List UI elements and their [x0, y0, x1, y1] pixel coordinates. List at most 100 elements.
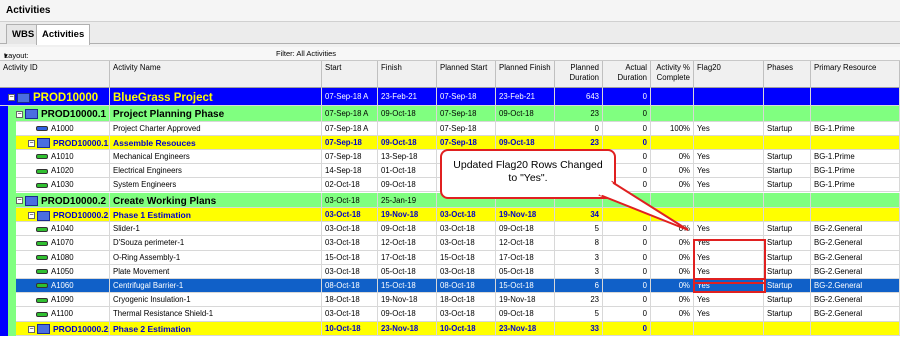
cell-start[interactable]: 14-Sep-18: [322, 164, 378, 179]
cell-primary-resource[interactable]: BG-1.Prime: [811, 164, 900, 179]
cell-actual-duration[interactable]: 0: [603, 106, 651, 122]
cell-activity-name[interactable]: BlueGrass Project: [110, 88, 322, 106]
cell-planned-start[interactable]: 18-Oct-18: [437, 293, 496, 308]
cell-planned-finish[interactable]: 09-Oct-18: [496, 135, 555, 150]
column-header-finish[interactable]: Finish: [378, 61, 437, 88]
activity-row[interactable]: A1000 Project Charter Approved 07-Sep-18 A…: [0, 121, 900, 136]
cell-finish[interactable]: 25-Jan-19: [378, 192, 437, 208]
cell-planned-duration[interactable]: 3: [555, 250, 603, 265]
cell-planned-duration[interactable]: 33: [555, 321, 603, 336]
cell-primary-resource[interactable]: BG-2.General: [811, 279, 900, 294]
cell-finish[interactable]: 12-Oct-18: [378, 236, 437, 251]
cell-planned-duration[interactable]: 643: [555, 88, 603, 106]
cell-planned-duration[interactable]: 23: [555, 293, 603, 308]
wbs-row[interactable]: − PROD10000.1 Project Planning Phase 07-Sep…: [0, 106, 900, 122]
activity-id-cell[interactable]: A1060: [0, 279, 110, 294]
column-header-start[interactable]: Start: [322, 61, 378, 88]
activity-id-cell[interactable]: − PROD10000: [0, 88, 110, 106]
column-header-activity-complete[interactable]: Activity % Complete: [651, 61, 694, 88]
activity-id-cell[interactable]: A1020: [0, 164, 110, 179]
cell-planned-finish[interactable]: 23-Nov-18: [496, 321, 555, 336]
cell-planned-finish[interactable]: 05-Oct-18: [496, 264, 555, 279]
cell-planned-duration[interactable]: 3: [555, 264, 603, 279]
cell-start[interactable]: 07-Sep-18: [322, 135, 378, 150]
cell-start[interactable]: 03-Oct-18: [322, 236, 378, 251]
cell-planned-finish[interactable]: 19-Nov-18: [496, 293, 555, 308]
cell-activity-name[interactable]: Slider-1: [110, 222, 322, 237]
cell-activity-complete[interactable]: 0%: [651, 236, 694, 251]
cell-planned-start[interactable]: 08-Oct-18: [437, 279, 496, 294]
cell-start[interactable]: 07-Sep-18 A: [322, 88, 378, 106]
cell-phases[interactable]: Startup: [764, 307, 811, 322]
cell-flag20[interactable]: Yes: [694, 164, 764, 179]
activity-id-cell[interactable]: − PROD10000.1: [0, 106, 110, 122]
cell-flag20[interactable]: Yes: [694, 307, 764, 322]
cell-start[interactable]: 03-Oct-18: [322, 192, 378, 208]
collapse-toggle-icon[interactable]: −: [16, 197, 23, 205]
cell-planned-start[interactable]: 03-Oct-18: [437, 222, 496, 237]
cell-start[interactable]: 02-Oct-18: [322, 178, 378, 193]
cell-primary-resource[interactable]: [811, 106, 900, 122]
cell-planned-finish[interactable]: 23-Feb-21: [496, 88, 555, 106]
cell-primary-resource[interactable]: BG-1.Prime: [811, 149, 900, 165]
activity-id-cell[interactable]: − PROD10000.2.2: [0, 321, 110, 336]
cell-activity-complete[interactable]: 0%: [651, 222, 694, 237]
cell-phases[interactable]: Startup: [764, 149, 811, 165]
collapse-toggle-icon[interactable]: −: [28, 139, 35, 147]
cell-flag20[interactable]: Yes: [694, 293, 764, 308]
cell-primary-resource[interactable]: [811, 135, 900, 150]
column-header-primary-resource[interactable]: Primary Resource: [811, 61, 900, 88]
collapse-toggle-icon[interactable]: −: [28, 325, 35, 333]
cell-finish[interactable]: 15-Oct-18: [378, 279, 437, 294]
cell-activity-name[interactable]: Cryogenic Insulation-1: [110, 293, 322, 308]
cell-planned-start[interactable]: 03-Oct-18: [437, 208, 496, 223]
cell-primary-resource[interactable]: BG-2.General: [811, 222, 900, 237]
cell-planned-duration[interactable]: 6: [555, 279, 603, 294]
activity-id-cell[interactable]: A1090: [0, 293, 110, 308]
cell-finish[interactable]: 01-Oct-18: [378, 164, 437, 179]
cell-activity-name[interactable]: Assemble Resouces: [110, 135, 322, 150]
cell-primary-resource[interactable]: [811, 321, 900, 336]
tab-activities[interactable]: Activities: [36, 24, 91, 45]
cell-finish[interactable]: 23-Feb-21: [378, 88, 437, 106]
cell-activity-name[interactable]: Mechanical Engineers: [110, 149, 322, 165]
cell-phases[interactable]: Startup: [764, 236, 811, 251]
activity-id-cell[interactable]: A1040: [0, 222, 110, 237]
cell-primary-resource[interactable]: [811, 192, 900, 208]
cell-primary-resource[interactable]: BG-2.General: [811, 250, 900, 265]
cell-finish[interactable]: 09-Oct-18: [378, 307, 437, 322]
cell-planned-start[interactable]: 10-Oct-18: [437, 321, 496, 336]
cell-primary-resource[interactable]: [811, 88, 900, 106]
cell-phases[interactable]: [764, 106, 811, 122]
cell-finish[interactable]: 19-Nov-18: [378, 208, 437, 223]
activity-row[interactable]: A1090 Cryogenic Insulation-1 18-Oct-18 19-N…: [0, 293, 900, 308]
cell-planned-duration[interactable]: 5: [555, 222, 603, 237]
column-header-planned-finish[interactable]: Planned Finish: [496, 61, 555, 88]
wbs-row[interactable]: − PROD10000 BlueGrass Project 07-Sep-18 A 23…: [0, 88, 900, 106]
cell-primary-resource[interactable]: BG-1.Prime: [811, 178, 900, 193]
cell-flag20[interactable]: [694, 321, 764, 336]
activity-id-cell[interactable]: − PROD10000.2.1: [0, 208, 110, 223]
column-header-flag20[interactable]: Flag20: [694, 61, 764, 88]
cell-activity-name[interactable]: O-Ring Assembly-1: [110, 250, 322, 265]
cell-planned-duration[interactable]: 34: [555, 208, 603, 223]
activity-id-cell[interactable]: A1000: [0, 121, 110, 136]
activity-id-cell[interactable]: A1100: [0, 307, 110, 322]
activity-row[interactable]: A1040 Slider-1 03-Oct-18 09-Oct-18 03-Oct-18…: [0, 222, 900, 237]
wbs-row[interactable]: − PROD10000.1.1 Assemble Resouces 07-Sep-18…: [0, 135, 900, 150]
cell-activity-complete[interactable]: [651, 106, 694, 122]
cell-activity-name[interactable]: Project Planning Phase: [110, 106, 322, 122]
cell-start[interactable]: 15-Oct-18: [322, 250, 378, 265]
cell-start[interactable]: 18-Oct-18: [322, 293, 378, 308]
collapse-toggle-icon[interactable]: −: [16, 110, 23, 118]
cell-phases[interactable]: Startup: [764, 279, 811, 294]
cell-primary-resource[interactable]: BG-2.General: [811, 264, 900, 279]
collapse-toggle-icon[interactable]: −: [28, 212, 35, 220]
cell-start[interactable]: 03-Oct-18: [322, 208, 378, 223]
cell-planned-start[interactable]: 03-Oct-18: [437, 236, 496, 251]
cell-actual-duration[interactable]: 0: [603, 293, 651, 308]
cell-activity-name[interactable]: Phase 2 Estimation: [110, 321, 322, 336]
cell-phases[interactable]: [764, 135, 811, 150]
cell-planned-start[interactable]: 03-Oct-18: [437, 307, 496, 322]
cell-activity-complete[interactable]: [651, 192, 694, 208]
